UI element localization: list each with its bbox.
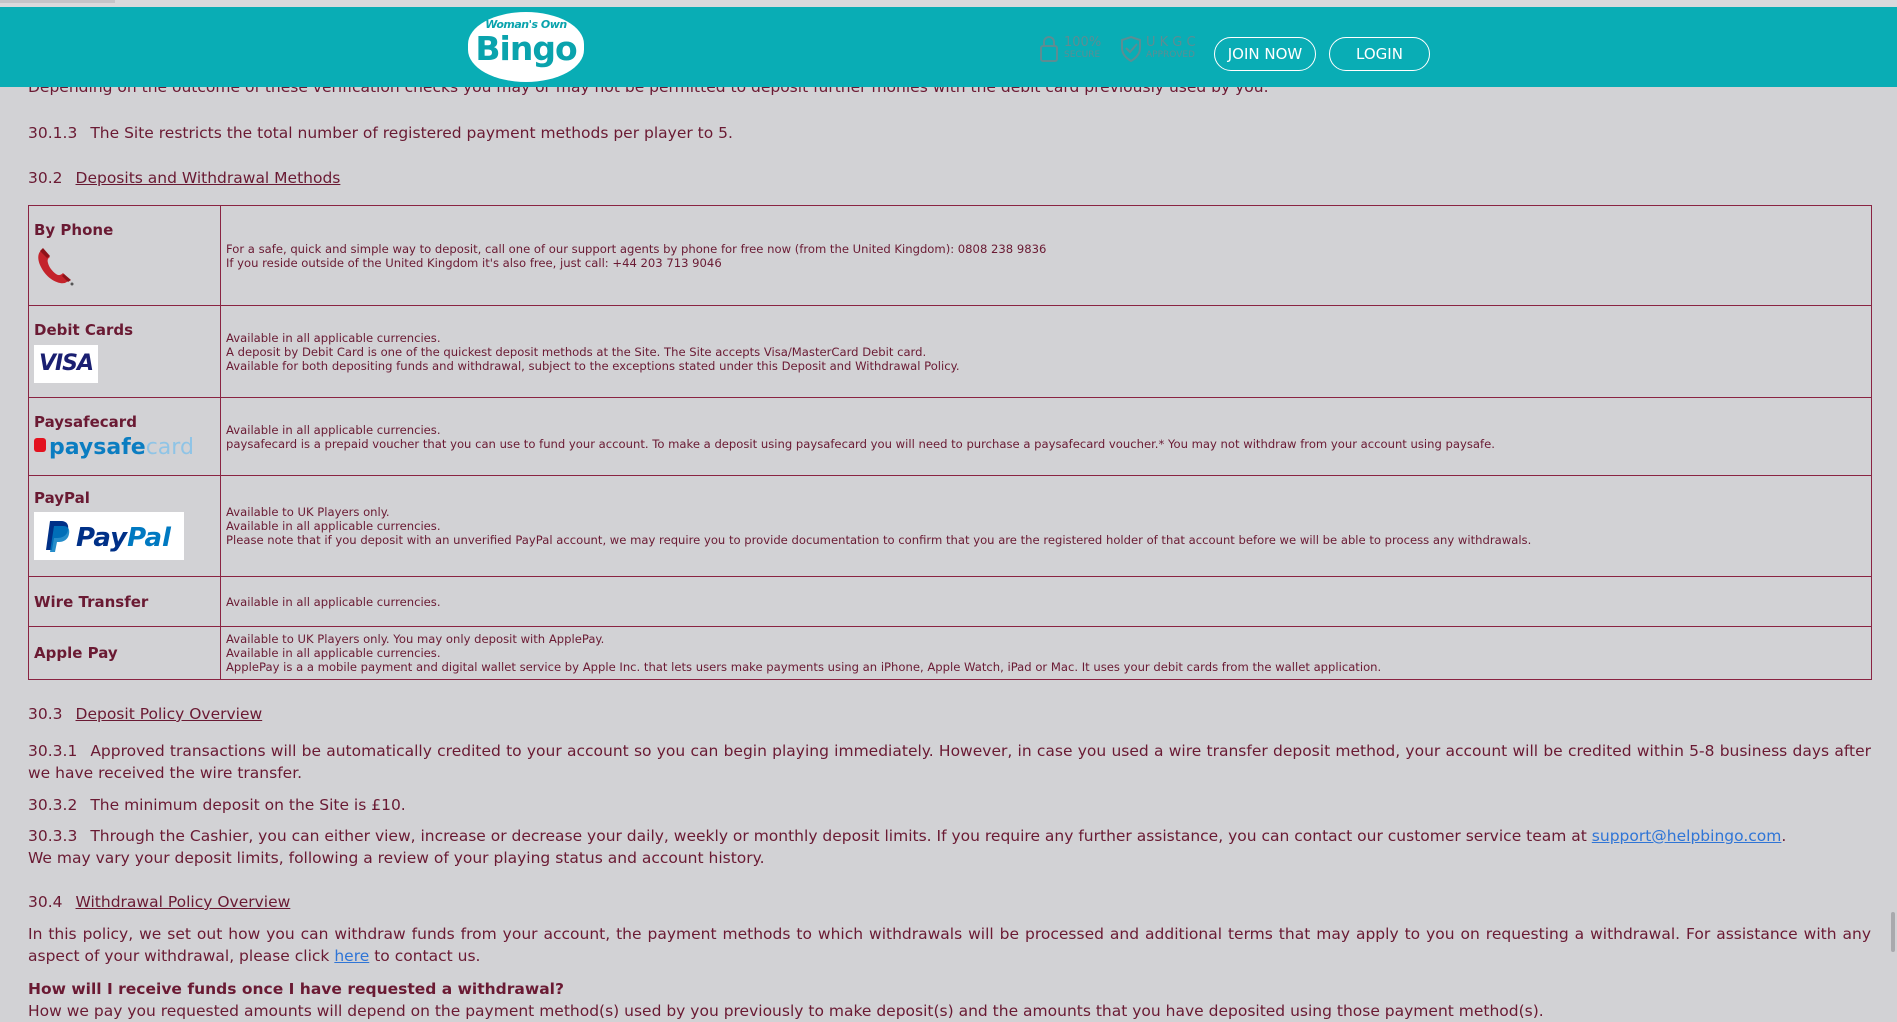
ukgc-badge-title: U K G C bbox=[1146, 35, 1196, 50]
site-logo[interactable]: Woman's Own Bingo bbox=[468, 12, 584, 82]
withdrawal-intro: In this policy, we set out how you can w… bbox=[28, 923, 1871, 967]
method-description: For a safe, quick and simple way to depo… bbox=[220, 205, 1872, 306]
paypal-logo-text: PayPal bbox=[76, 522, 171, 554]
description-line: ApplePay is a a mobile payment and digit… bbox=[226, 660, 1382, 674]
clause-30-3-3: 30.3.3 Through the Cashier, you can eithe… bbox=[28, 825, 1786, 847]
section-30-2-heading: 30.2 Deposits and Withdrawal Methods bbox=[28, 167, 340, 189]
method-description: Available in all applicable currencies. bbox=[220, 576, 1872, 627]
clause-text-end: . bbox=[1781, 827, 1787, 845]
description-line: A deposit by Debit Card is one of the qu… bbox=[226, 344, 927, 359]
table-row: Paysafecard paysafecard Available in all… bbox=[28, 397, 1872, 476]
method-cell: Paysafecard paysafecard bbox=[28, 397, 221, 476]
browser-top-strip bbox=[0, 0, 1897, 7]
description-line: paysafecard is a prepaid voucher that yo… bbox=[226, 436, 1495, 451]
table-row: Debit Cards VISA Available in all applic… bbox=[28, 305, 1872, 398]
secure-badge-label: SECURE bbox=[1064, 50, 1101, 60]
section-30-4-heading: 30.4 Withdrawal Policy Overview bbox=[28, 891, 290, 913]
lock-icon bbox=[1040, 36, 1058, 62]
shield-check-icon bbox=[1121, 35, 1141, 63]
description-line: Available in all applicable currencies. bbox=[226, 594, 441, 609]
intro-text: In this policy, we set out how you can w… bbox=[28, 925, 1871, 965]
support-email-link[interactable]: support@helpbingo.com bbox=[1592, 827, 1782, 845]
method-cell: Apple Pay bbox=[28, 626, 221, 680]
description-line: Available in all applicable currencies. bbox=[226, 422, 441, 437]
clause-number: 30.3.3 bbox=[28, 827, 78, 845]
method-name: By Phone bbox=[34, 220, 114, 239]
tab-indicator bbox=[0, 0, 115, 3]
secure-badge-percent: 100% bbox=[1064, 35, 1102, 50]
method-description: Available to UK Players only. You may on… bbox=[220, 626, 1872, 680]
table-row: Wire Transfer Available in all applicabl… bbox=[28, 576, 1872, 627]
clause-30-3-2: 30.3.2 The minimum deposit on the Site is… bbox=[28, 794, 406, 816]
clause-30-3-3-line2: We may vary your deposit limits, followi… bbox=[28, 849, 765, 867]
method-description: Available in all applicable currencies. … bbox=[220, 397, 1872, 476]
paysafecard-logo: paysafecard bbox=[34, 435, 194, 461]
section-title: Withdrawal Policy Overview bbox=[75, 893, 291, 911]
paysafe-lock-icon bbox=[34, 437, 46, 452]
clause-text: Through the Cashier, you can either view… bbox=[90, 827, 1592, 845]
contact-here-link[interactable]: here bbox=[334, 947, 369, 965]
description-line: Available in all applicable currencies. bbox=[226, 519, 441, 533]
clause-number: 30.3.2 bbox=[28, 796, 78, 814]
method-name: Apple Pay bbox=[34, 644, 118, 662]
withdrawal-answer-partial: How we pay you requested amounts will de… bbox=[28, 1002, 1544, 1020]
table-row: PayPal PayPal Available to UK Players on… bbox=[28, 475, 1872, 577]
section-number: 30.3 bbox=[28, 705, 63, 723]
method-name: PayPal bbox=[34, 489, 90, 507]
partial-text-line: Depending on the outcome of these verifi… bbox=[28, 87, 1871, 98]
join-now-button[interactable]: JOIN NOW bbox=[1214, 37, 1316, 71]
paypal-logo-pal: Pal bbox=[127, 523, 171, 553]
section-title: Deposit Policy Overview bbox=[75, 705, 263, 723]
intro-text-end: to contact us. bbox=[369, 947, 481, 965]
method-description: Available to UK Players only. Available … bbox=[220, 475, 1872, 577]
paysafe-logo-text: paysafe bbox=[49, 434, 146, 460]
clause-number: 30.1.3 bbox=[28, 124, 78, 142]
paypal-p-icon bbox=[46, 521, 70, 552]
method-cell: Debit Cards VISA bbox=[28, 305, 221, 398]
method-name: Wire Transfer bbox=[34, 592, 149, 611]
phone-icon bbox=[38, 247, 74, 285]
table-row: Apple Pay Available to UK Players only. … bbox=[28, 626, 1872, 680]
description-line: If you reside outside of the United King… bbox=[226, 255, 722, 270]
method-cell: By Phone bbox=[28, 205, 221, 306]
method-name: Debit Cards bbox=[34, 320, 134, 339]
method-name: Paysafecard bbox=[34, 412, 137, 431]
scrollbar-thumb[interactable] bbox=[1891, 912, 1895, 952]
description-line: Available in all applicable currencies. bbox=[226, 646, 441, 660]
description-line: For a safe, quick and simple way to depo… bbox=[226, 241, 1047, 256]
clause-number: 30.3.1 bbox=[28, 742, 78, 760]
clause-text: The Site restricts the total number of r… bbox=[90, 124, 733, 142]
method-description: Available in all applicable currencies. … bbox=[220, 305, 1872, 398]
ukgc-badge: U K G C APPROVED bbox=[1119, 34, 1201, 64]
visa-logo: VISA bbox=[34, 344, 98, 383]
partial-text: Depending on the outcome of these verifi… bbox=[28, 87, 1269, 96]
section-30-3-heading: 30.3 Deposit Policy Overview bbox=[28, 703, 262, 725]
withdrawal-question: How will I receive funds once I have req… bbox=[28, 980, 564, 998]
clause-text: The minimum deposit on the Site is £10. bbox=[90, 796, 406, 814]
clause-text: Approved transactions will be automatica… bbox=[28, 742, 1871, 782]
site-header: Woman's Own Bingo 100% SECURE U K G C AP… bbox=[0, 7, 1897, 87]
section-number: 30.2 bbox=[28, 169, 63, 187]
method-cell: PayPal PayPal bbox=[28, 475, 221, 577]
section-number: 30.4 bbox=[28, 893, 63, 911]
logo-main-text: Bingo bbox=[475, 29, 577, 68]
description-line: Available to UK Players only. bbox=[226, 505, 390, 519]
paypal-logo: PayPal bbox=[34, 512, 184, 560]
paysafe-logo-card: card bbox=[145, 434, 194, 460]
ukgc-badge-label: APPROVED bbox=[1146, 50, 1195, 60]
section-title: Deposits and Withdrawal Methods bbox=[75, 169, 341, 187]
description-line: Available in all applicable currencies. bbox=[226, 330, 441, 345]
clause-30-1-3: 30.1.3 The Site restricts the total numbe… bbox=[28, 122, 733, 144]
table-row: By Phone For a safe, quick and simple wa… bbox=[28, 205, 1872, 306]
login-button[interactable]: LOGIN bbox=[1329, 37, 1430, 71]
description-line: Please note that if you deposit with an … bbox=[226, 533, 1532, 547]
clause-30-3-1: 30.3.1 Approved transactions will be auto… bbox=[28, 740, 1871, 784]
payment-methods-table: By Phone For a safe, quick and simple wa… bbox=[28, 205, 1872, 680]
paypal-logo-pay: Pay bbox=[76, 523, 128, 553]
description-line: Available for both depositing funds and … bbox=[226, 358, 960, 373]
secure-badge: 100% SECURE bbox=[1038, 34, 1102, 64]
method-cell: Wire Transfer bbox=[28, 576, 221, 627]
description-line: Available to UK Players only. You may on… bbox=[226, 632, 605, 646]
